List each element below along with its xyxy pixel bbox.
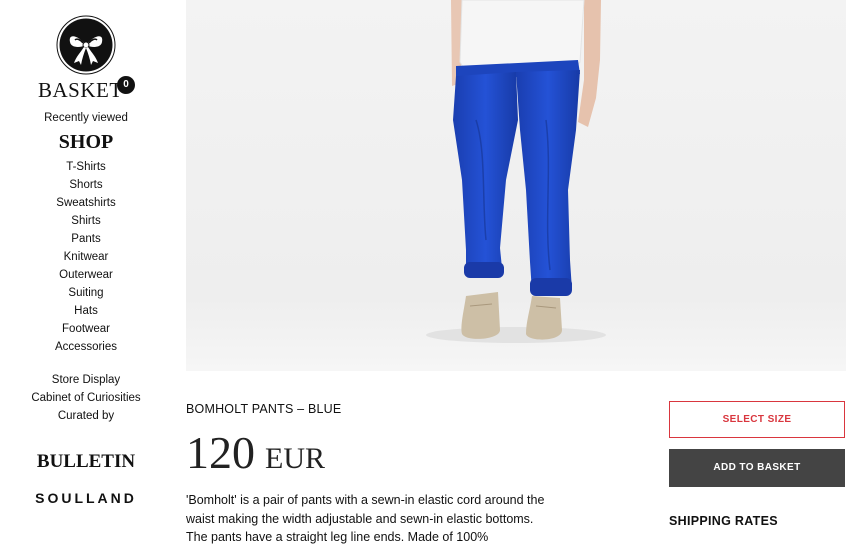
- shop-heading[interactable]: SHOP: [0, 131, 172, 154]
- brand-logo[interactable]: SOULLAND: [0, 490, 172, 506]
- product-price: 120 EUR: [186, 426, 325, 479]
- product-image: [186, 0, 846, 371]
- bow-tie-logo-icon[interactable]: [56, 15, 116, 75]
- category-item-accessories[interactable]: Accessories: [0, 339, 172, 357]
- add-to-basket-button[interactable]: ADD TO BASKET: [669, 449, 845, 487]
- product-description: 'Bomholt' is a pair of pants with a sewn…: [186, 493, 545, 544]
- recently-viewed-link[interactable]: Recently viewed: [0, 112, 172, 124]
- product-photo-illustration: [186, 0, 846, 371]
- basket-link[interactable]: BASKET: [38, 78, 123, 103]
- bulletin-link[interactable]: BULLETIN: [0, 451, 172, 473]
- category-item-shirts[interactable]: Shirts: [0, 213, 172, 231]
- price-amount: 120: [186, 427, 255, 478]
- shipping-rates-link[interactable]: SHIPPING RATES: [669, 514, 778, 528]
- price-currency: EUR: [265, 442, 325, 475]
- category-list: T-Shirts Shorts Sweatshirts Shirts Pants…: [0, 159, 172, 357]
- cabinet-of-curiosities-link[interactable]: Cabinet of Curiosities: [0, 390, 172, 408]
- category-item-footwear[interactable]: Footwear: [0, 321, 172, 339]
- category-item-sweatshirts[interactable]: Sweatshirts: [0, 195, 172, 213]
- category-item-suiting[interactable]: Suiting: [0, 285, 172, 303]
- curated-by-link[interactable]: Curated by: [0, 408, 172, 426]
- category-item-outerwear[interactable]: Outerwear: [0, 267, 172, 285]
- category-item-knitwear[interactable]: Knitwear: [0, 249, 172, 267]
- basket-count-badge: 0: [117, 76, 135, 94]
- store-display-link[interactable]: Store Display: [0, 372, 172, 390]
- sidebar: BASKET 0 Recently viewed SHOP T-Shirts S…: [0, 0, 172, 533]
- select-size-button[interactable]: SELECT SIZE: [669, 401, 845, 438]
- category-item-pants[interactable]: Pants: [0, 231, 172, 249]
- category-item-hats[interactable]: Hats: [0, 303, 172, 321]
- category-item-t-shirts[interactable]: T-Shirts: [0, 159, 172, 177]
- product-title: BOMHOLT PANTS – BLUE: [186, 402, 342, 416]
- category-item-shorts[interactable]: Shorts: [0, 177, 172, 195]
- extra-links: Store Display Cabinet of Curiosities Cur…: [0, 372, 172, 426]
